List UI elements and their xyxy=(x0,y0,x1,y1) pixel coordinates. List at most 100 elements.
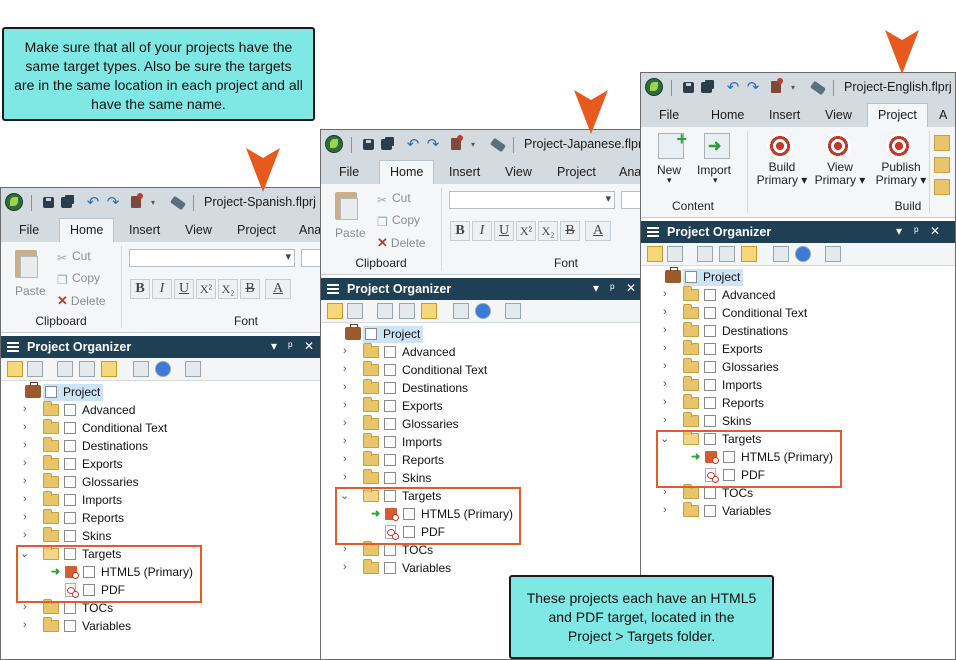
checkbox[interactable] xyxy=(384,382,396,394)
close-icon[interactable]: ✕ xyxy=(930,224,940,238)
checkbox[interactable] xyxy=(64,440,76,452)
list-view-icon[interactable] xyxy=(667,246,683,262)
subscript-button[interactable]: X₂ xyxy=(218,279,238,299)
refresh-icon[interactable] xyxy=(155,361,171,377)
checkbox[interactable] xyxy=(704,505,716,517)
font-size-select[interactable] xyxy=(301,249,321,267)
chevron-down-icon[interactable]: ▾ xyxy=(151,198,159,214)
panel-dropdown-icon[interactable]: ▾ xyxy=(896,224,902,238)
checkbox[interactable] xyxy=(704,307,716,319)
save-icon[interactable] xyxy=(43,197,54,208)
chevron-right-icon[interactable]: › xyxy=(663,306,675,318)
chevron-right-icon[interactable]: › xyxy=(663,504,675,516)
paste-button[interactable]: Paste xyxy=(9,250,49,300)
checkbox[interactable] xyxy=(704,325,716,337)
checkbox[interactable] xyxy=(704,343,716,355)
checkbox[interactable] xyxy=(64,620,76,632)
italic-button[interactable]: I xyxy=(152,279,172,299)
tag-icon[interactable] xyxy=(809,80,827,96)
menu-file[interactable]: File xyxy=(339,165,359,179)
menu-icon[interactable] xyxy=(327,284,339,286)
checkbox[interactable] xyxy=(64,404,76,416)
menu-project[interactable]: Project xyxy=(557,165,596,179)
menu-analysis[interactable]: A xyxy=(939,108,947,122)
tag-icon[interactable] xyxy=(169,195,187,211)
pin-icon[interactable]: ᵖ xyxy=(610,281,615,295)
panel-dropdown-icon[interactable]: ▾ xyxy=(271,339,277,353)
chevron-right-icon[interactable]: › xyxy=(343,363,355,375)
chevron-down-icon[interactable]: ▾ xyxy=(471,140,479,156)
chevron-right-icon[interactable]: › xyxy=(343,417,355,429)
chevron-right-icon[interactable]: › xyxy=(663,324,675,336)
chevron-right-icon[interactable]: › xyxy=(343,345,355,357)
chevron-right-icon[interactable]: › xyxy=(23,439,35,451)
bold-button[interactable]: B xyxy=(450,221,470,241)
chevron-right-icon[interactable]: › xyxy=(663,288,675,300)
chevron-right-icon[interactable]: › xyxy=(663,378,675,390)
new-button[interactable]: + New ▾ xyxy=(649,129,693,193)
menu-analysis[interactable]: Ana xyxy=(299,223,321,237)
menu-icon[interactable] xyxy=(7,342,19,344)
checkbox[interactable] xyxy=(384,346,396,358)
chevron-right-icon[interactable]: › xyxy=(343,381,355,393)
view-primary-button[interactable]: View Primary ▾ xyxy=(811,133,867,193)
cut-button[interactable]: ✂ Cut xyxy=(57,249,91,265)
chevron-right-icon[interactable]: › xyxy=(23,421,35,433)
folder-icon[interactable] xyxy=(934,157,950,173)
delete-button[interactable]: ✕ Delete xyxy=(377,235,426,251)
chevron-right-icon[interactable]: › xyxy=(343,561,355,573)
menu-file[interactable]: File xyxy=(19,223,39,237)
chevron-right-icon[interactable]: › xyxy=(663,414,675,426)
undo-icon[interactable]: ↶ xyxy=(725,80,741,96)
font-size-select[interactable] xyxy=(621,191,641,209)
checkbox[interactable] xyxy=(704,379,716,391)
save-all-icon[interactable] xyxy=(701,82,712,93)
chevron-right-icon[interactable]: › xyxy=(23,493,35,505)
open-icon[interactable] xyxy=(773,246,789,262)
font-style-select[interactable] xyxy=(129,249,295,267)
chevron-right-icon[interactable]: › xyxy=(23,403,35,415)
superscript-button[interactable]: X² xyxy=(196,279,216,299)
chevron-right-icon[interactable]: › xyxy=(23,511,35,523)
chevron-right-icon[interactable]: › xyxy=(343,435,355,447)
font-style-select[interactable] xyxy=(449,191,615,209)
open-icon[interactable] xyxy=(453,303,469,319)
add-icon[interactable] xyxy=(57,361,73,377)
folder-icon[interactable] xyxy=(934,135,950,151)
grid-icon[interactable] xyxy=(421,303,437,319)
chevron-right-icon[interactable]: › xyxy=(663,342,675,354)
checkbox[interactable] xyxy=(64,512,76,524)
chevron-right-icon[interactable]: › xyxy=(343,399,355,411)
tag-icon[interactable] xyxy=(489,137,507,153)
import-button[interactable]: ➜ Import ▾ xyxy=(695,133,739,193)
copy-item-icon[interactable] xyxy=(79,361,95,377)
checkbox[interactable] xyxy=(685,271,697,283)
chevron-right-icon[interactable]: › xyxy=(23,457,35,469)
close-icon[interactable]: ✕ xyxy=(304,339,314,353)
menu-project[interactable]: Project xyxy=(237,223,276,237)
save-icon[interactable] xyxy=(683,82,694,93)
checkbox[interactable] xyxy=(704,487,716,499)
list-view-icon[interactable] xyxy=(347,303,363,319)
checkbox[interactable] xyxy=(365,328,377,340)
chevron-right-icon[interactable]: › xyxy=(23,475,35,487)
checkbox[interactable] xyxy=(45,386,57,398)
checkbox[interactable] xyxy=(384,544,396,556)
underline-button[interactable]: U xyxy=(174,279,194,299)
checkbox[interactable] xyxy=(64,530,76,542)
checkbox[interactable] xyxy=(704,289,716,301)
menu-view[interactable]: View xyxy=(185,223,212,237)
checkbox[interactable] xyxy=(64,494,76,506)
superscript-button[interactable]: X² xyxy=(516,221,536,241)
list-view-icon[interactable] xyxy=(27,361,43,377)
clear-format-button[interactable]: B xyxy=(560,221,580,241)
paste-button[interactable]: Paste xyxy=(329,192,369,242)
menu-home[interactable]: Home xyxy=(711,108,744,122)
checkbox[interactable] xyxy=(704,397,716,409)
checkbox[interactable] xyxy=(384,436,396,448)
menu-view[interactable]: View xyxy=(825,108,852,122)
pin-icon[interactable]: ᵖ xyxy=(914,224,919,238)
subscript-button[interactable]: X₂ xyxy=(538,221,558,241)
checkbox[interactable] xyxy=(64,422,76,434)
menu-home[interactable]: Home xyxy=(59,218,115,242)
